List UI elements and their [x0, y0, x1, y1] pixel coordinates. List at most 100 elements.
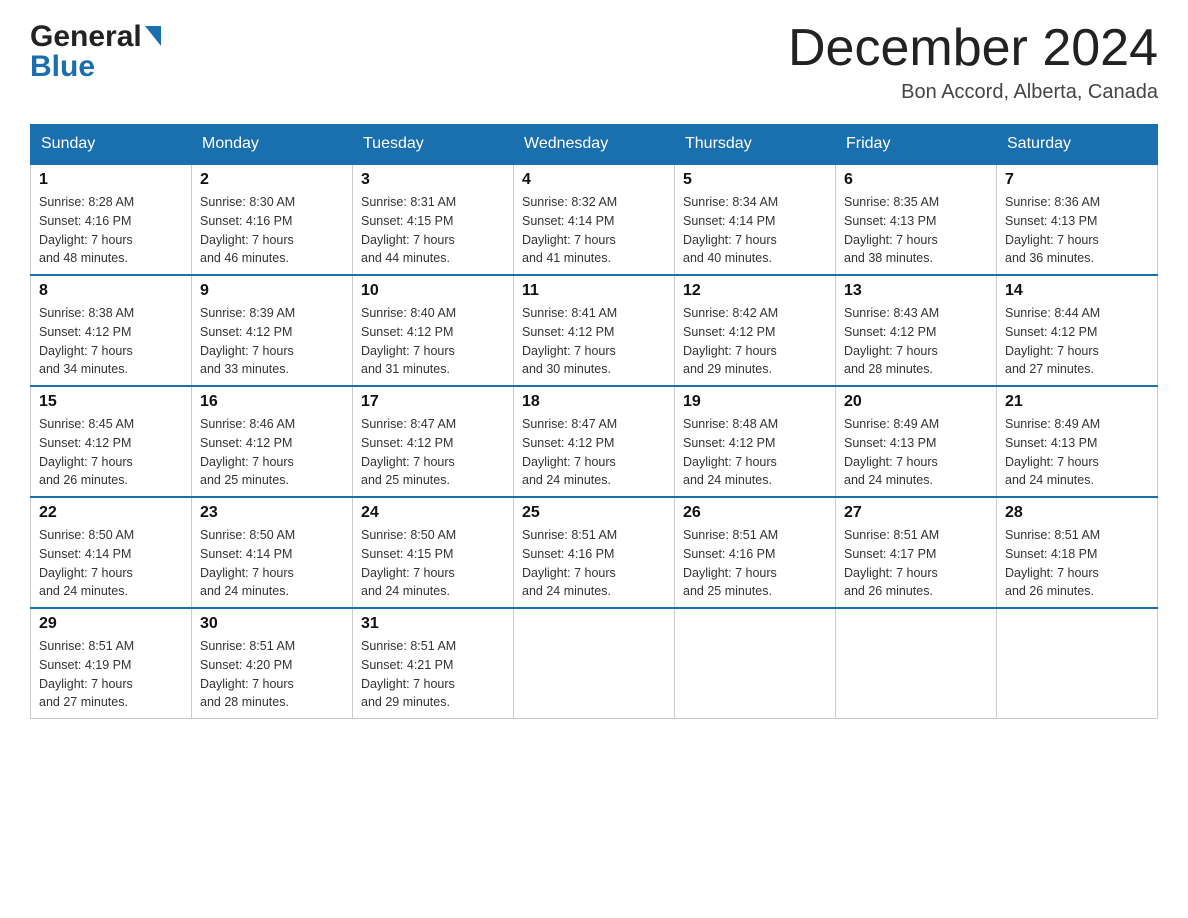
day-info: Sunrise: 8:28 AM Sunset: 4:16 PM Dayligh… [39, 193, 183, 268]
calendar-table: SundayMondayTuesdayWednesdayThursdayFrid… [30, 124, 1158, 719]
day-number: 10 [361, 282, 505, 300]
day-info: Sunrise: 8:51 AM Sunset: 4:18 PM Dayligh… [1005, 526, 1149, 601]
calendar-cell: 21 Sunrise: 8:49 AM Sunset: 4:13 PM Dayl… [997, 386, 1158, 497]
day-info: Sunrise: 8:50 AM Sunset: 4:15 PM Dayligh… [361, 526, 505, 601]
column-header-wednesday: Wednesday [514, 125, 675, 165]
calendar-cell: 12 Sunrise: 8:42 AM Sunset: 4:12 PM Dayl… [675, 275, 836, 386]
calendar-cell: 14 Sunrise: 8:44 AM Sunset: 4:12 PM Dayl… [997, 275, 1158, 386]
day-number: 4 [522, 171, 666, 189]
page-header: General Blue December 2024 Bon Accord, A… [30, 20, 1158, 104]
day-info: Sunrise: 8:51 AM Sunset: 4:16 PM Dayligh… [522, 526, 666, 601]
day-info: Sunrise: 8:48 AM Sunset: 4:12 PM Dayligh… [683, 415, 827, 490]
day-info: Sunrise: 8:30 AM Sunset: 4:16 PM Dayligh… [200, 193, 344, 268]
calendar-cell: 19 Sunrise: 8:48 AM Sunset: 4:12 PM Dayl… [675, 386, 836, 497]
calendar-cell: 23 Sunrise: 8:50 AM Sunset: 4:14 PM Dayl… [192, 497, 353, 608]
calendar-cell: 24 Sunrise: 8:50 AM Sunset: 4:15 PM Dayl… [353, 497, 514, 608]
day-number: 26 [683, 504, 827, 522]
day-info: Sunrise: 8:50 AM Sunset: 4:14 PM Dayligh… [200, 526, 344, 601]
day-number: 27 [844, 504, 988, 522]
day-info: Sunrise: 8:43 AM Sunset: 4:12 PM Dayligh… [844, 304, 988, 379]
day-info: Sunrise: 8:47 AM Sunset: 4:12 PM Dayligh… [361, 415, 505, 490]
day-number: 30 [200, 615, 344, 633]
calendar-cell [997, 608, 1158, 719]
day-number: 5 [683, 171, 827, 189]
day-number: 29 [39, 615, 183, 633]
week-row-4: 22 Sunrise: 8:50 AM Sunset: 4:14 PM Dayl… [31, 497, 1158, 608]
day-info: Sunrise: 8:32 AM Sunset: 4:14 PM Dayligh… [522, 193, 666, 268]
calendar-cell: 28 Sunrise: 8:51 AM Sunset: 4:18 PM Dayl… [997, 497, 1158, 608]
day-number: 11 [522, 282, 666, 300]
calendar-cell: 10 Sunrise: 8:40 AM Sunset: 4:12 PM Dayl… [353, 275, 514, 386]
calendar-cell: 16 Sunrise: 8:46 AM Sunset: 4:12 PM Dayl… [192, 386, 353, 497]
day-info: Sunrise: 8:39 AM Sunset: 4:12 PM Dayligh… [200, 304, 344, 379]
day-number: 24 [361, 504, 505, 522]
calendar-cell: 11 Sunrise: 8:41 AM Sunset: 4:12 PM Dayl… [514, 275, 675, 386]
day-number: 15 [39, 393, 183, 411]
day-number: 2 [200, 171, 344, 189]
day-info: Sunrise: 8:51 AM Sunset: 4:20 PM Dayligh… [200, 637, 344, 712]
day-number: 18 [522, 393, 666, 411]
logo-general-text: General [30, 20, 142, 54]
calendar-cell: 30 Sunrise: 8:51 AM Sunset: 4:20 PM Dayl… [192, 608, 353, 719]
day-number: 7 [1005, 171, 1149, 189]
calendar-cell: 2 Sunrise: 8:30 AM Sunset: 4:16 PM Dayli… [192, 164, 353, 275]
calendar-cell: 3 Sunrise: 8:31 AM Sunset: 4:15 PM Dayli… [353, 164, 514, 275]
calendar-cell: 27 Sunrise: 8:51 AM Sunset: 4:17 PM Dayl… [836, 497, 997, 608]
column-header-thursday: Thursday [675, 125, 836, 165]
day-info: Sunrise: 8:36 AM Sunset: 4:13 PM Dayligh… [1005, 193, 1149, 268]
day-number: 9 [200, 282, 344, 300]
calendar-cell: 20 Sunrise: 8:49 AM Sunset: 4:13 PM Dayl… [836, 386, 997, 497]
day-number: 21 [1005, 393, 1149, 411]
day-info: Sunrise: 8:45 AM Sunset: 4:12 PM Dayligh… [39, 415, 183, 490]
day-info: Sunrise: 8:35 AM Sunset: 4:13 PM Dayligh… [844, 193, 988, 268]
column-header-sunday: Sunday [31, 125, 192, 165]
column-header-saturday: Saturday [997, 125, 1158, 165]
calendar-header-row: SundayMondayTuesdayWednesdayThursdayFrid… [31, 125, 1158, 165]
day-info: Sunrise: 8:51 AM Sunset: 4:16 PM Dayligh… [683, 526, 827, 601]
calendar-cell: 17 Sunrise: 8:47 AM Sunset: 4:12 PM Dayl… [353, 386, 514, 497]
day-number: 19 [683, 393, 827, 411]
week-row-5: 29 Sunrise: 8:51 AM Sunset: 4:19 PM Dayl… [31, 608, 1158, 719]
week-row-2: 8 Sunrise: 8:38 AM Sunset: 4:12 PM Dayli… [31, 275, 1158, 386]
calendar-cell: 13 Sunrise: 8:43 AM Sunset: 4:12 PM Dayl… [836, 275, 997, 386]
day-number: 23 [200, 504, 344, 522]
calendar-cell: 29 Sunrise: 8:51 AM Sunset: 4:19 PM Dayl… [31, 608, 192, 719]
title-section: December 2024 Bon Accord, Alberta, Canad… [788, 20, 1158, 104]
day-number: 31 [361, 615, 505, 633]
day-number: 14 [1005, 282, 1149, 300]
day-info: Sunrise: 8:44 AM Sunset: 4:12 PM Dayligh… [1005, 304, 1149, 379]
week-row-3: 15 Sunrise: 8:45 AM Sunset: 4:12 PM Dayl… [31, 386, 1158, 497]
calendar-cell: 5 Sunrise: 8:34 AM Sunset: 4:14 PM Dayli… [675, 164, 836, 275]
day-info: Sunrise: 8:49 AM Sunset: 4:13 PM Dayligh… [1005, 415, 1149, 490]
day-number: 16 [200, 393, 344, 411]
column-header-monday: Monday [192, 125, 353, 165]
day-number: 22 [39, 504, 183, 522]
day-number: 1 [39, 171, 183, 189]
calendar-cell: 7 Sunrise: 8:36 AM Sunset: 4:13 PM Dayli… [997, 164, 1158, 275]
calendar-cell: 6 Sunrise: 8:35 AM Sunset: 4:13 PM Dayli… [836, 164, 997, 275]
calendar-cell [836, 608, 997, 719]
calendar-cell: 9 Sunrise: 8:39 AM Sunset: 4:12 PM Dayli… [192, 275, 353, 386]
calendar-cell: 31 Sunrise: 8:51 AM Sunset: 4:21 PM Dayl… [353, 608, 514, 719]
day-info: Sunrise: 8:51 AM Sunset: 4:17 PM Dayligh… [844, 526, 988, 601]
calendar-cell [675, 608, 836, 719]
logo-blue-text: Blue [30, 50, 95, 84]
day-number: 13 [844, 282, 988, 300]
day-info: Sunrise: 8:46 AM Sunset: 4:12 PM Dayligh… [200, 415, 344, 490]
logo-arrow-icon [145, 26, 161, 46]
month-title: December 2024 [788, 20, 1158, 77]
day-number: 28 [1005, 504, 1149, 522]
location-text: Bon Accord, Alberta, Canada [788, 81, 1158, 104]
calendar-cell: 8 Sunrise: 8:38 AM Sunset: 4:12 PM Dayli… [31, 275, 192, 386]
day-number: 6 [844, 171, 988, 189]
calendar-cell: 4 Sunrise: 8:32 AM Sunset: 4:14 PM Dayli… [514, 164, 675, 275]
calendar-cell: 25 Sunrise: 8:51 AM Sunset: 4:16 PM Dayl… [514, 497, 675, 608]
day-number: 20 [844, 393, 988, 411]
day-info: Sunrise: 8:31 AM Sunset: 4:15 PM Dayligh… [361, 193, 505, 268]
calendar-cell: 26 Sunrise: 8:51 AM Sunset: 4:16 PM Dayl… [675, 497, 836, 608]
column-header-tuesday: Tuesday [353, 125, 514, 165]
calendar-cell: 22 Sunrise: 8:50 AM Sunset: 4:14 PM Dayl… [31, 497, 192, 608]
calendar-cell: 18 Sunrise: 8:47 AM Sunset: 4:12 PM Dayl… [514, 386, 675, 497]
day-info: Sunrise: 8:42 AM Sunset: 4:12 PM Dayligh… [683, 304, 827, 379]
logo: General Blue [30, 20, 161, 84]
